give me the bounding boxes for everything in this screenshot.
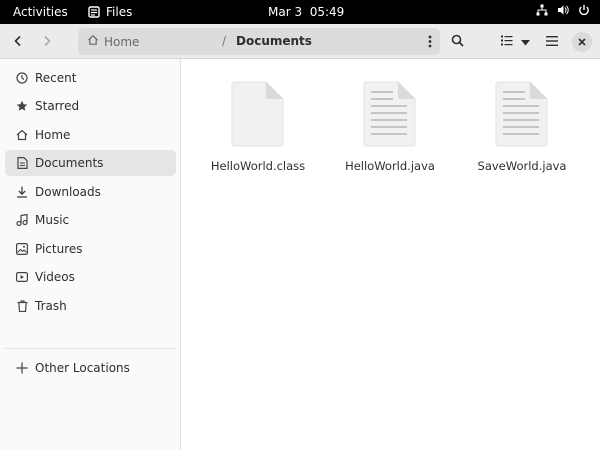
close-icon <box>578 35 586 49</box>
sidebar: Recent Starred Home Documents Downloads … <box>0 59 181 450</box>
hamburger-icon <box>546 35 558 49</box>
trash-icon <box>15 299 29 313</box>
sidebar-item-label: Music <box>35 213 70 227</box>
home-icon <box>87 34 99 49</box>
sidebar-item-downloads[interactable]: Downloads <box>5 179 176 205</box>
system-tray[interactable] <box>536 4 590 16</box>
sidebar-item-pictures[interactable]: Pictures <box>5 236 176 262</box>
sidebar-item-home[interactable]: Home <box>5 122 176 148</box>
back-button[interactable] <box>5 29 31 55</box>
sidebar-item-other-locations[interactable]: Other Locations <box>5 355 176 381</box>
file-name: HelloWorld.java <box>345 159 435 173</box>
sidebar-item-label: Videos <box>35 270 75 284</box>
view-options-button[interactable] <box>514 29 536 55</box>
forward-button[interactable] <box>34 29 60 55</box>
app-name: Files <box>106 5 133 19</box>
binary-file-icon <box>231 81 285 150</box>
sidebar-item-documents[interactable]: Documents <box>5 150 176 176</box>
sidebar-item-trash[interactable]: Trash <box>5 293 176 319</box>
sidebar-divider <box>5 348 176 349</box>
sidebar-item-label: Recent <box>35 71 77 85</box>
sidebar-item-label: Home <box>35 128 71 142</box>
video-icon <box>15 270 29 284</box>
close-button[interactable] <box>572 32 592 52</box>
app-menu[interactable]: Files <box>88 5 132 19</box>
clock-icon <box>15 71 29 85</box>
path-home-button[interactable]: Home <box>87 34 139 49</box>
sidebar-item-label: Starred <box>35 99 80 113</box>
document-icon <box>15 156 29 170</box>
download-icon <box>15 185 29 199</box>
plus-icon <box>15 361 29 375</box>
search-icon <box>451 34 464 50</box>
path-bar: Home / Documents <box>78 28 440 55</box>
forward-arrow-icon <box>41 35 53 50</box>
sidebar-item-label: Downloads <box>35 185 101 199</box>
file-item[interactable]: HelloWorld.class <box>208 81 308 173</box>
sidebar-item-videos[interactable]: Videos <box>5 264 176 290</box>
path-home-label: Home <box>104 34 140 49</box>
text-file-icon <box>495 81 549 150</box>
sidebar-item-starred[interactable]: Starred <box>5 93 176 119</box>
folder-menu-icon[interactable] <box>428 35 432 51</box>
sidebar-item-label: Documents <box>35 156 104 170</box>
picture-icon <box>15 242 29 256</box>
header-bar: Home / Documents <box>0 24 600 59</box>
volume-icon[interactable] <box>557 4 569 16</box>
home-icon <box>15 128 29 142</box>
network-icon[interactable] <box>536 4 548 16</box>
file-name: SaveWorld.java <box>477 159 567 173</box>
sidebar-item-label: Other Locations <box>35 361 130 375</box>
back-arrow-icon <box>12 35 24 50</box>
path-current-folder[interactable]: Documents <box>236 34 312 48</box>
sidebar-item-label: Pictures <box>35 242 83 256</box>
sidebar-item-label: Trash <box>35 299 67 313</box>
path-separator: / <box>222 34 227 48</box>
clock[interactable]: Mar 3 05:49 <box>268 5 344 19</box>
chevron-down-icon <box>520 35 530 49</box>
list-view-icon <box>501 35 513 49</box>
sidebar-item-recent[interactable]: Recent <box>5 65 176 91</box>
file-name: HelloWorld.class <box>210 159 306 173</box>
sidebar-item-music[interactable]: Music <box>5 207 176 233</box>
file-item[interactable]: HelloWorld.java <box>340 81 440 173</box>
top-bar: Activities Files Mar 3 05:49 <box>0 0 600 24</box>
files-app-icon <box>88 6 100 18</box>
music-icon <box>15 213 29 227</box>
files-window: Home / Documents Recent Starred Home Doc… <box>0 24 600 450</box>
activities-button[interactable]: Activities <box>13 5 68 19</box>
file-view[interactable]: HelloWorld.class HelloWorld.java SaveWor… <box>181 59 600 450</box>
search-button[interactable] <box>444 29 470 55</box>
star-icon <box>15 99 29 113</box>
power-icon[interactable] <box>578 4 590 16</box>
main-menu-button[interactable] <box>539 29 565 55</box>
file-item[interactable]: SaveWorld.java <box>472 81 572 173</box>
text-file-icon <box>363 81 417 150</box>
